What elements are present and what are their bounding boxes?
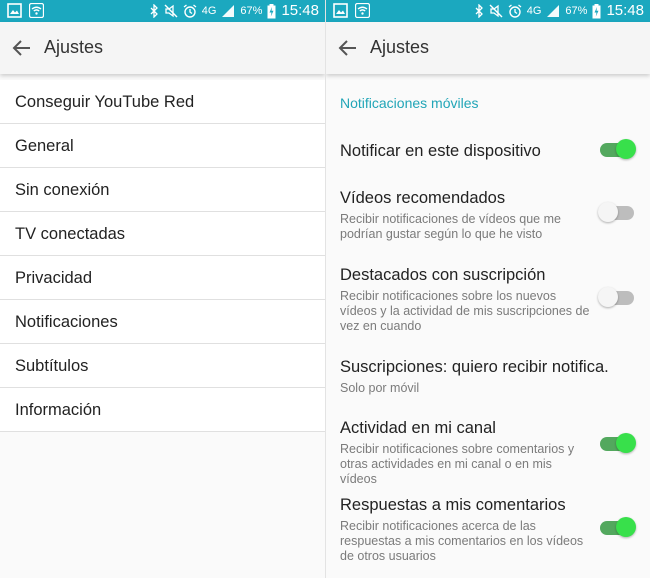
toggle-knob — [598, 202, 618, 222]
alarm-icon — [508, 4, 522, 18]
app-bar: Ajustes — [0, 22, 325, 74]
settings-item-notifications[interactable]: Notificaciones — [0, 300, 325, 344]
section-header: Notificaciones móviles — [340, 95, 479, 111]
wifi-icon — [355, 3, 370, 18]
gallery-icon — [7, 3, 22, 18]
signal-icon — [546, 4, 560, 18]
settings-list: Conseguir YouTube Red General Sin conexi… — [0, 80, 325, 432]
wifi-icon — [29, 3, 44, 18]
list-item-label: TV conectadas — [15, 225, 126, 243]
settings-item-youtube-red[interactable]: Conseguir YouTube Red — [0, 80, 325, 124]
setting-title: Destacados con suscripción — [340, 266, 546, 284]
network-type: 4G — [526, 5, 542, 17]
bluetooth-icon — [474, 4, 484, 18]
arrow-back-icon[interactable] — [336, 36, 360, 60]
network-type: 4G — [201, 5, 217, 17]
list-item-label: Notificaciones — [15, 313, 118, 331]
setting-title: Notificar en este dispositivo — [340, 142, 541, 160]
channel-activity-toggle[interactable] — [600, 433, 636, 453]
list-item-label: Subtítulos — [15, 357, 89, 375]
notifications-screen: 4G 67% 15:48 Ajustes Notificaciones móvi… — [326, 0, 650, 578]
setting-recommended-videos[interactable]: Vídeos recomendados Recibir notificacion… — [340, 188, 640, 242]
arrow-back-icon[interactable] — [10, 36, 34, 60]
mute-icon — [164, 4, 178, 18]
toggle-knob — [598, 287, 618, 307]
setting-title: Suscripciones: quiero recibir notifica. — [340, 358, 609, 376]
mute-icon — [489, 4, 503, 18]
app-bar: Ajustes — [326, 22, 650, 74]
battery-percent: 67% — [565, 5, 588, 17]
setting-channel-activity[interactable]: Actividad en mi canal Recibir notificaci… — [340, 418, 640, 487]
list-item-label: Sin conexión — [15, 181, 110, 199]
battery-charging-icon — [592, 3, 601, 19]
setting-title: Actividad en mi canal — [340, 419, 496, 437]
status-bar: 4G 67% 15:48 — [326, 0, 650, 22]
battery-charging-icon — [267, 3, 276, 19]
setting-title: Respuestas a mis comentarios — [340, 496, 566, 514]
setting-description: Solo por móvil — [340, 381, 420, 395]
clock: 15:48 — [281, 2, 319, 19]
settings-item-general[interactable]: General — [0, 124, 325, 168]
setting-description: Recibir notificaciones acerca de las res… — [340, 519, 584, 563]
gallery-icon — [333, 3, 348, 18]
setting-notify-device[interactable]: Notificar en este dispositivo — [340, 141, 640, 161]
setting-description: Recibir notificaciones sobre comentarios… — [340, 442, 575, 486]
list-item-label: General — [15, 137, 74, 155]
list-item-label: Información — [15, 401, 102, 419]
recommended-videos-toggle[interactable] — [598, 202, 634, 222]
status-bar: 4G 67% 15:48 — [0, 0, 325, 22]
toggle-knob — [616, 517, 636, 537]
toggle-knob — [616, 139, 636, 159]
page-title: Ajustes — [370, 37, 430, 57]
alarm-icon — [183, 4, 197, 18]
signal-icon — [221, 4, 235, 18]
setting-description: Recibir notificaciones sobre los nuevos … — [340, 289, 590, 333]
list-item-label: Privacidad — [15, 269, 93, 287]
battery-percent: 67% — [240, 5, 263, 17]
settings-item-subtitles[interactable]: Subtítulos — [0, 344, 325, 388]
setting-comment-replies[interactable]: Respuestas a mis comentarios Recibir not… — [340, 495, 640, 564]
setting-subscription-highlights[interactable]: Destacados con suscripción Recibir notif… — [340, 265, 640, 334]
clock: 15:48 — [606, 2, 644, 19]
setting-description: Recibir notificaciones de vídeos que me … — [340, 212, 561, 241]
setting-subscriptions[interactable]: Suscripciones: quiero recibir notifica. … — [340, 357, 640, 396]
settings-item-privacy[interactable]: Privacidad — [0, 256, 325, 300]
list-item-label: Conseguir YouTube Red — [15, 93, 195, 111]
settings-item-about[interactable]: Información — [0, 388, 325, 432]
settings-screen: 4G 67% 15:48 Ajustes Conseguir YouTube R… — [0, 0, 325, 578]
comment-replies-toggle[interactable] — [600, 517, 636, 537]
notify-device-toggle[interactable] — [600, 139, 636, 159]
page-title: Ajustes — [44, 37, 104, 57]
subscription-highlights-toggle[interactable] — [598, 287, 634, 307]
setting-title: Vídeos recomendados — [340, 189, 506, 207]
settings-item-connected-tv[interactable]: TV conectadas — [0, 212, 325, 256]
toggle-knob — [616, 433, 636, 453]
bluetooth-icon — [149, 4, 159, 18]
settings-item-offline[interactable]: Sin conexión — [0, 168, 325, 212]
